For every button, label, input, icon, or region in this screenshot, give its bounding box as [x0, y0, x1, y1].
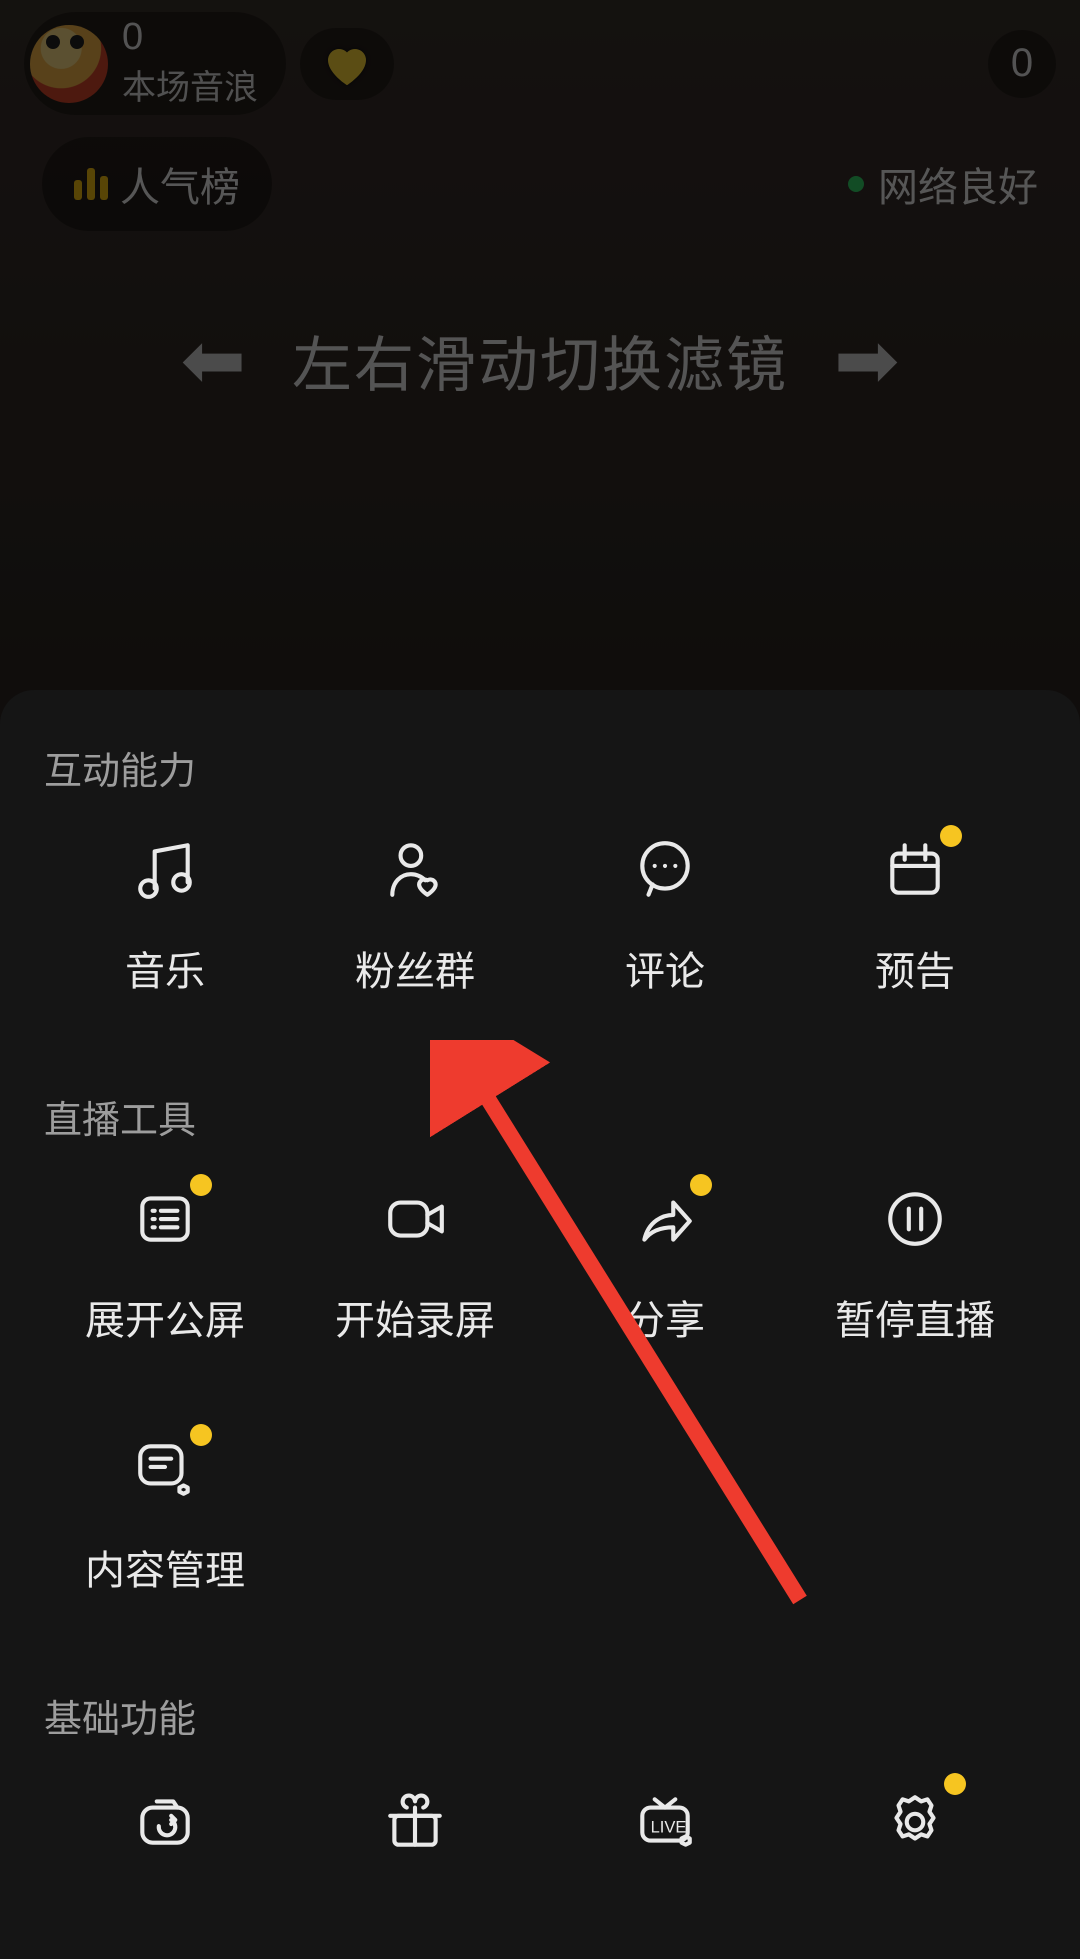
fan-group-icon: [380, 835, 450, 905]
settings-icon: [876, 1783, 954, 1861]
record-icon: [380, 1184, 450, 1254]
item-expand-chat[interactable]: 展开公屏: [40, 1184, 290, 1346]
notification-dot-icon: [690, 1174, 712, 1196]
item-label: 音乐: [125, 939, 205, 997]
item-label: 评论: [625, 939, 705, 997]
basic-item-camera[interactable]: [40, 1783, 290, 1861]
music-icon: [130, 835, 200, 905]
basic-item-settings[interactable]: [790, 1783, 1040, 1861]
notification-dot-icon: [190, 1174, 212, 1196]
camera-switch-icon: [126, 1783, 204, 1861]
list-panel-icon: [130, 1184, 200, 1254]
item-label: 预告: [875, 939, 955, 997]
gift-icon: [376, 1783, 454, 1861]
basic-item-live[interactable]: LIVE: [540, 1783, 790, 1861]
notification-dot-icon: [190, 1424, 212, 1446]
item-label: 粉丝群: [355, 939, 475, 997]
item-label: 展开公屏: [85, 1288, 245, 1346]
tools-bottom-sheet: 互动能力 音乐 粉丝群 评论 预告 直: [0, 690, 1080, 1959]
live-settings-icon: LIVE: [626, 1783, 704, 1861]
notification-dot-icon: [944, 1773, 966, 1795]
item-share[interactable]: 分享: [540, 1184, 790, 1346]
content-manage-icon: [130, 1434, 200, 1504]
section-title-tools: 直播工具: [44, 1089, 1040, 1144]
notification-dot-icon: [940, 825, 962, 847]
comment-icon: [630, 835, 700, 905]
svg-text:LIVE: LIVE: [651, 1818, 687, 1836]
item-label: 开始录屏: [335, 1288, 495, 1346]
item-record[interactable]: 开始录屏: [290, 1184, 540, 1346]
item-label: 暂停直播: [835, 1288, 995, 1346]
item-comments[interactable]: 评论: [540, 835, 790, 997]
item-content-manage[interactable]: 内容管理: [40, 1434, 290, 1596]
section-title-basic: 基础功能: [44, 1688, 1040, 1743]
item-label: 内容管理: [85, 1538, 245, 1596]
item-pause-stream[interactable]: 暂停直播: [790, 1184, 1040, 1346]
pause-icon: [880, 1184, 950, 1254]
item-label: 分享: [625, 1288, 705, 1346]
item-fan-group[interactable]: 粉丝群: [290, 835, 540, 997]
section-title-interaction: 互动能力: [44, 740, 1040, 795]
basic-item-gift[interactable]: [290, 1783, 540, 1861]
calendar-icon: [880, 835, 950, 905]
item-schedule[interactable]: 预告: [790, 835, 1040, 997]
share-icon: [630, 1184, 700, 1254]
item-music[interactable]: 音乐: [40, 835, 290, 997]
